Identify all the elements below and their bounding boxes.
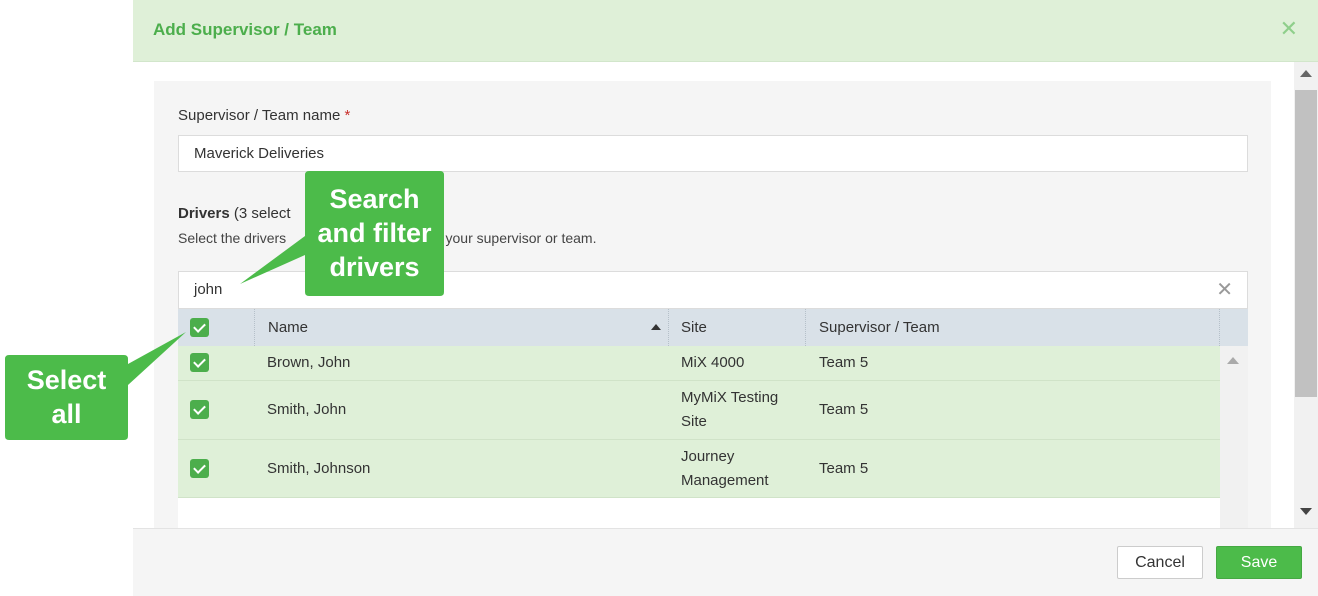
driver-site: MiX 4000 xyxy=(681,354,745,371)
drivers-heading: Drivers (3 select xyxy=(178,205,291,222)
select-callout-line1: Select xyxy=(26,365,107,395)
modal-body: Supervisor / Team name * Maverick Delive… xyxy=(133,62,1318,528)
search-callout-line1: Search xyxy=(329,184,420,214)
column-header-name[interactable]: Name xyxy=(268,309,308,346)
save-button[interactable]: Save xyxy=(1216,546,1302,579)
driver-name: Smith, Johnson xyxy=(267,460,371,477)
scroll-down-icon[interactable] xyxy=(1300,508,1312,515)
cancel-button[interactable]: Cancel xyxy=(1117,546,1203,579)
close-icon[interactable]: ✕ xyxy=(1280,16,1298,42)
select-all-callout-text: Select all xyxy=(5,363,128,431)
scroll-up-icon[interactable] xyxy=(1300,70,1312,77)
driver-site: Journey xyxy=(681,448,735,465)
modal-title: Add Supervisor / Team xyxy=(153,20,337,39)
driver-site-line2: Site xyxy=(681,413,707,430)
driver-name: Smith, John xyxy=(267,401,347,418)
column-header-team[interactable]: Supervisor / Team xyxy=(819,309,940,346)
modal-header: Add Supervisor / Team ✕ xyxy=(133,0,1318,62)
add-supervisor-modal: Add Supervisor / Team ✕ Supervisor / Tea… xyxy=(133,0,1318,596)
search-callout-text: Search and filter drivers xyxy=(305,182,444,284)
column-header-site[interactable]: Site xyxy=(681,309,707,346)
table-row[interactable]: Smith, Johnson Journey Management Team 5 xyxy=(178,440,1220,498)
select-callout-line2: all xyxy=(51,399,82,429)
drivers-label: Drivers xyxy=(178,205,230,222)
driver-team: Team 5 xyxy=(819,460,869,477)
grid-scrollbar[interactable] xyxy=(1220,346,1248,528)
sort-ascending-icon[interactable] xyxy=(651,324,661,330)
scrollbar-thumb[interactable] xyxy=(1295,90,1317,397)
clear-search-icon[interactable]: ✕ xyxy=(1216,272,1233,308)
search-value: john xyxy=(194,281,223,298)
required-marker: * xyxy=(344,107,351,124)
driver-site-line2: Management xyxy=(681,472,769,489)
select-all-checkbox[interactable] xyxy=(190,318,209,337)
search-callout-line2: and filter xyxy=(317,218,432,248)
grid-body: Brown, John MiX 4000 Team 5 Smith, John … xyxy=(178,346,1220,528)
table-row[interactable]: Smith, John MyMiX Testing Site Team 5 xyxy=(178,381,1220,440)
row-checkbox[interactable] xyxy=(190,400,209,419)
grid-header: Name Site Supervisor / Team xyxy=(178,309,1248,346)
row-checkbox[interactable] xyxy=(190,459,209,478)
modal-scrollbar[interactable] xyxy=(1294,62,1318,528)
row-checkbox[interactable] xyxy=(190,353,209,372)
drivers-selected-count: (3 select xyxy=(233,205,291,222)
driver-team: Team 5 xyxy=(819,401,869,418)
drivers-help-end: to your supervisor or team. xyxy=(429,230,597,246)
driver-name: Brown, John xyxy=(267,354,351,371)
driver-team: Team 5 xyxy=(819,354,869,371)
driver-site: MyMiX Testing xyxy=(681,389,779,406)
table-row[interactable]: Brown, John MiX 4000 Team 5 xyxy=(178,346,1220,381)
team-name-input[interactable]: Maverick Deliveries xyxy=(178,135,1248,172)
search-callout-line3: drivers xyxy=(329,252,420,282)
name-label-text: Supervisor / Team name xyxy=(178,107,341,124)
modal-footer: Cancel Save xyxy=(133,528,1318,596)
name-field-label: Supervisor / Team name * xyxy=(178,107,350,124)
scroll-up-icon[interactable] xyxy=(1227,357,1239,364)
drivers-help-start: Select the drivers xyxy=(178,230,287,246)
